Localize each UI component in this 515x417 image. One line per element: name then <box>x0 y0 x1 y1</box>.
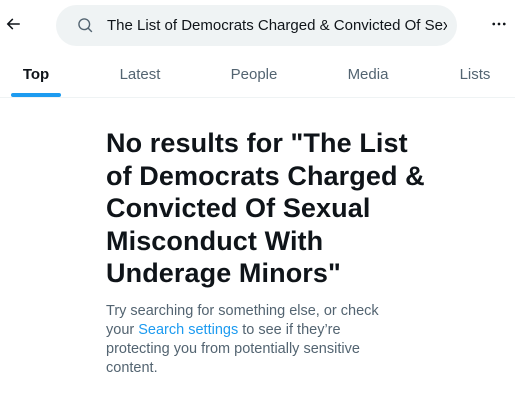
empty-state: No results for "The List of Democrats Ch… <box>106 127 426 378</box>
search-results-page: Top Latest People Media Lists No results… <box>0 0 515 417</box>
empty-state-message: Try searching for something else, or che… <box>106 302 406 378</box>
arrow-left-icon <box>4 15 22 38</box>
empty-state-title: No results for "The List of Democrats Ch… <box>106 128 425 288</box>
search-input[interactable] <box>107 17 447 34</box>
back-button[interactable] <box>0 9 26 43</box>
tab-media[interactable]: Media <box>338 52 398 97</box>
ellipsis-horizontal-icon <box>490 15 508 38</box>
search-settings-link[interactable]: Search settings <box>138 322 238 338</box>
search-box[interactable] <box>56 5 457 46</box>
search-icon <box>73 14 97 38</box>
more-options-button[interactable] <box>484 9 514 43</box>
tab-latest[interactable]: Latest <box>110 52 170 97</box>
tab-top[interactable]: Top <box>11 52 61 97</box>
tab-people[interactable]: People <box>224 52 284 97</box>
tab-lists[interactable]: Lists <box>450 52 500 97</box>
active-tab-indicator <box>11 93 61 97</box>
search-tabs: Top Latest People Media Lists <box>0 52 515 98</box>
top-bar <box>0 0 515 52</box>
